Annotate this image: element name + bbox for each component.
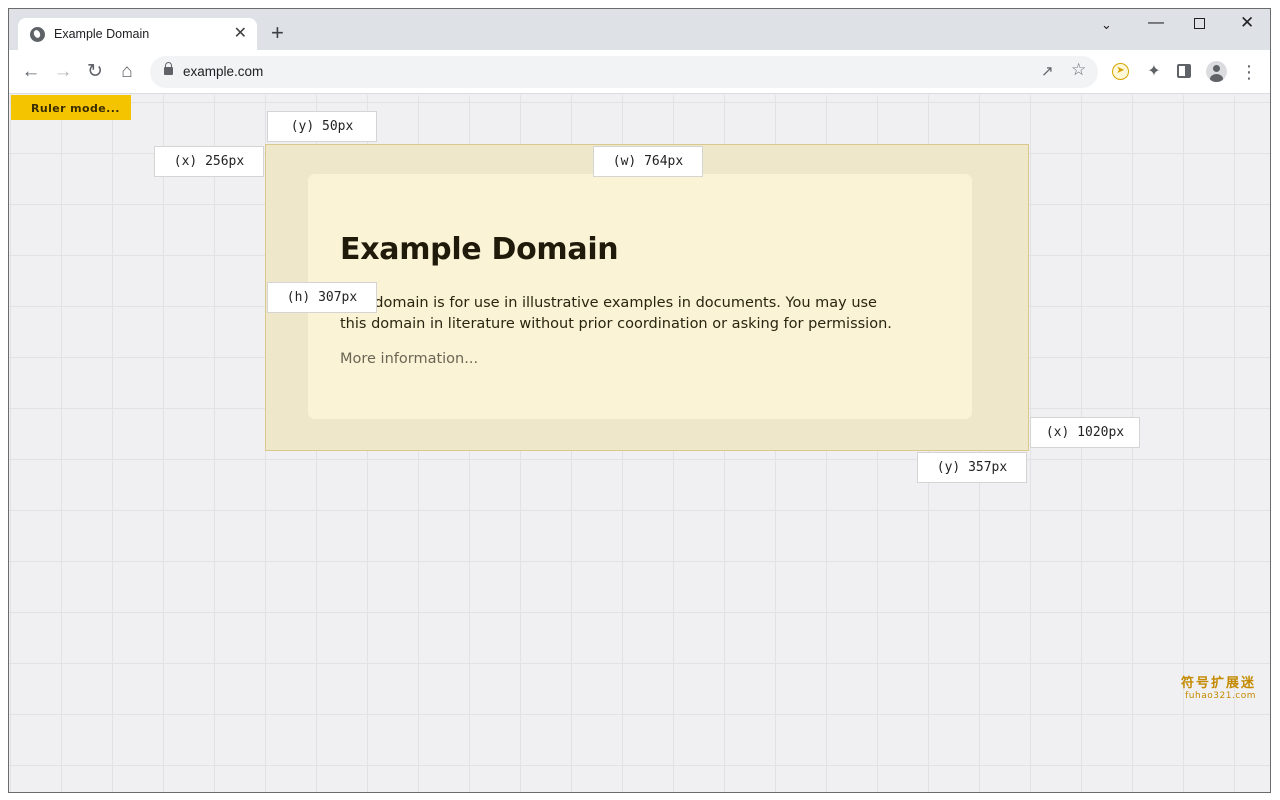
reload-icon[interactable]: ↻: [84, 61, 106, 83]
url-text[interactable]: example.com: [183, 64, 263, 79]
page-paragraph: This domain is for use in illustrative e…: [340, 295, 892, 332]
profile-icon[interactable]: [1206, 61, 1227, 82]
watermark-logo: 符号扩展迷 fuhao321.com: [1176, 676, 1256, 702]
lock-icon[interactable]: [164, 62, 173, 75]
share-icon[interactable]: ↗: [1041, 62, 1054, 80]
ruler-mode-button[interactable]: Ruler mode...: [11, 95, 131, 120]
side-panel-icon[interactable]: [1177, 64, 1191, 78]
compass-extension-icon[interactable]: ➤: [1112, 63, 1129, 80]
star-icon[interactable]: ☆: [1071, 60, 1086, 80]
menu-icon[interactable]: ⋮: [1238, 61, 1260, 83]
browser-toolbar: ← → ↻ ⌂ example.com ↗ ☆ ➤ ✦ ⋮: [9, 50, 1270, 94]
ruler-label-y-top: (y) 50px: [267, 111, 377, 142]
home-icon[interactable]: ⌂: [116, 61, 138, 83]
globe-icon: [30, 26, 45, 42]
puzzle-extension-icon[interactable]: ✦: [1143, 61, 1165, 83]
tab-search-chevron-icon[interactable]: ⌄: [1101, 15, 1112, 35]
more-information-link[interactable]: More information...: [340, 351, 478, 367]
watermark-title: 符号扩展迷: [1180, 676, 1256, 691]
ruler-label-width: (w) 764px: [593, 146, 703, 177]
measured-element-highlight: Example Domain This domain is for use in…: [265, 144, 1029, 451]
new-tab-button[interactable]: +: [271, 22, 284, 44]
watermark-url: fuhao321.com: [1185, 691, 1256, 701]
close-window-button[interactable]: ✕: [1240, 13, 1254, 33]
ruler-label-x-right: (x) 1020px: [1030, 417, 1140, 448]
example-card: Example Domain This domain is for use in…: [308, 174, 972, 419]
address-bar[interactable]: example.com ↗ ☆: [150, 56, 1098, 88]
ruler-label-y-bottom: (y) 357px: [917, 452, 1027, 483]
back-arrow-icon[interactable]: ←: [20, 61, 42, 83]
ruler-label-x-left: (x) 256px: [154, 146, 264, 177]
page-viewport: Ruler mode... Example Domain This domain…: [9, 95, 1270, 792]
tab-strip: Example Domain ✕ + ⌄ — ✕: [9, 9, 1270, 50]
minimize-button[interactable]: —: [1148, 13, 1164, 33]
ruler-label-height: (h) 307px: [267, 282, 377, 313]
forward-arrow-icon[interactable]: →: [52, 61, 74, 83]
maximize-button[interactable]: [1194, 18, 1205, 29]
tab-title: Example Domain: [54, 27, 150, 41]
tab-example-domain[interactable]: Example Domain ✕: [18, 18, 257, 50]
page-heading: Example Domain: [340, 232, 619, 267]
tab-close-icon[interactable]: ✕: [234, 26, 247, 42]
browser-window: Example Domain ✕ + ⌄ — ✕ ← → ↻ ⌂ example…: [8, 8, 1271, 793]
